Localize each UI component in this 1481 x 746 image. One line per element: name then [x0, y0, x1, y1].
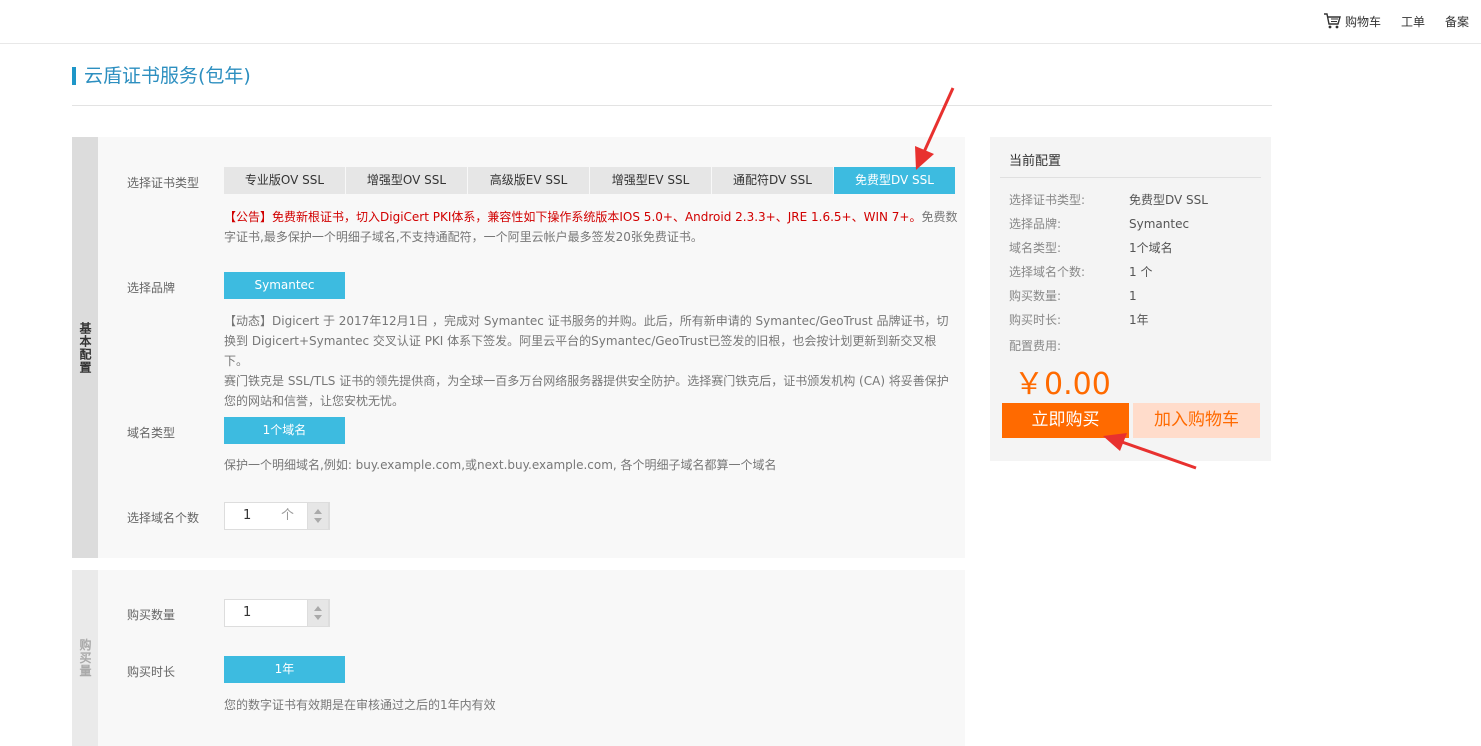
domain-type-option[interactable]: 1个域名: [224, 417, 345, 444]
top-nav: 购物车 工单 备案: [1323, 12, 1469, 30]
duration-label: 购买时长: [127, 665, 176, 679]
top-bar: 购物车 工单 备案: [0, 0, 1481, 44]
chevron-up-icon[interactable]: [314, 509, 322, 514]
fee-row: 配置费用:: [1009, 338, 1269, 354]
duration-description: 您的数字证书有效期是在审核通过之后的1年内有效: [224, 698, 496, 712]
summary-row: 购买时长: 1年: [1009, 312, 1269, 328]
summary-row-value: 1 个: [1129, 265, 1153, 279]
summary-row-key: 选择品牌:: [1009, 217, 1062, 231]
summary-row-key: 选择域名个数:: [1009, 265, 1086, 279]
brand-description: 【动态】Digicert 于 2017年12月1日 ，完成对 Symantec …: [224, 311, 959, 411]
summary-row: 选择域名个数: 1 个: [1009, 264, 1269, 280]
summary-row-value: 免费型DV SSL: [1129, 193, 1208, 207]
domain-count-unit: 个: [281, 508, 295, 523]
cert-notice: 【公告】免费新根证书，切入DigiCert PKI体系，兼容性如下操作系统版本I…: [224, 207, 959, 247]
page-title: 云盾证书服务(包年): [84, 65, 251, 87]
cert-type-tab[interactable]: 专业版OV SSL: [224, 167, 345, 194]
current-config-summary: 当前配置 选择证书类型: 免费型DV SSL 选择品牌: Symantec 域名类型: 1…: [990, 137, 1271, 461]
summary-row: 域名类型: 1个域名: [1009, 240, 1269, 256]
cert-type-tab[interactable]: 增强型OV SSL: [346, 167, 467, 194]
basic-config-side-label: 基本配置: [78, 321, 92, 374]
duration-option[interactable]: 1年: [224, 656, 345, 683]
domain-count-arrows[interactable]: [307, 502, 329, 530]
cert-type-tab[interactable]: 增强型EV SSL: [590, 167, 711, 194]
brand-description-news: 【动态】Digicert 于 2017年12月1日 ，完成对 Symantec …: [224, 314, 949, 368]
brand-description-intro: 赛门铁克是 SSL/TLS 证书的领先提供商，为全球一百多万台网络服务器提供安全…: [224, 374, 949, 408]
record-link-label: 备案: [1444, 14, 1469, 29]
buy-now-button[interactable]: 立即购买: [1002, 403, 1129, 438]
domain-count-stepper[interactable]: 1 个: [224, 502, 330, 530]
summary-row-value: 1: [1129, 289, 1137, 303]
cart-link-label: 购物车: [1344, 14, 1381, 29]
fee-label: 配置费用:: [1009, 339, 1062, 353]
cert-notice-red: 【公告】免费新根证书，切入DigiCert PKI体系，兼容性如下操作系统版本I…: [224, 210, 922, 224]
basic-config-side: 基本配置: [72, 137, 98, 558]
summary-row: 购买数量: 1: [1009, 288, 1269, 304]
summary-title: 当前配置: [1009, 154, 1062, 169]
ticket-link-label: 工单: [1400, 14, 1425, 29]
price-value: ￥0.00: [1014, 367, 1111, 402]
quantity-panel: 购买量 购买数量 1 购买时长 1年 您的数字证书有效期是在审核通过之后的1年内…: [72, 570, 965, 746]
summary-row-key: 域名类型:: [1009, 241, 1062, 255]
domain-type-description: 保护一个明细域名,例如: buy.example.com,或next.buy.e…: [224, 458, 777, 472]
record-link[interactable]: 备案: [1445, 13, 1469, 30]
page-header: 云盾证书服务(包年): [72, 64, 1272, 106]
summary-row: 选择证书类型: 免费型DV SSL: [1009, 192, 1269, 208]
ticket-link[interactable]: 工单: [1401, 13, 1425, 30]
domain-type-label: 域名类型: [127, 426, 176, 440]
cert-type-label: 选择证书类型: [127, 176, 200, 190]
quantity-label: 购买数量: [127, 608, 176, 622]
summary-divider: [1000, 177, 1261, 178]
summary-row-value: Symantec: [1129, 217, 1190, 231]
title-accent-bar: [72, 67, 76, 85]
chevron-up-icon[interactable]: [314, 606, 322, 611]
summary-row-key: 选择证书类型:: [1009, 193, 1086, 207]
cert-type-tab[interactable]: 高级版EV SSL: [468, 167, 589, 194]
quantity-side-label: 购买量: [78, 638, 92, 678]
brand-option-symantec[interactable]: Symantec: [224, 272, 345, 299]
chevron-down-icon[interactable]: [314, 518, 322, 523]
domain-count-label: 选择域名个数: [127, 511, 200, 525]
quantity-value[interactable]: 1: [225, 600, 305, 626]
quantity-stepper[interactable]: 1: [224, 599, 330, 627]
summary-row-key: 购买数量:: [1009, 289, 1062, 303]
cart-icon: [1323, 13, 1341, 29]
summary-row-value: 1年: [1129, 313, 1149, 327]
add-to-cart-button[interactable]: 加入购物车: [1133, 403, 1260, 438]
quantity-arrows[interactable]: [307, 599, 329, 627]
summary-row-value: 1个域名: [1129, 241, 1173, 255]
basic-config-panel: 基本配置 选择证书类型 专业版OV SSL 增强型OV SSL 高级版EV SSL 增…: [72, 137, 965, 558]
summary-row-key: 购买时长:: [1009, 313, 1062, 327]
cart-link[interactable]: 购物车: [1323, 12, 1381, 30]
quantity-side: 购买量: [72, 570, 98, 746]
cert-type-tabs: 专业版OV SSL 增强型OV SSL 高级版EV SSL 增强型EV SSL 通配符D…: [224, 167, 955, 194]
brand-label: 选择品牌: [127, 281, 176, 295]
summary-row: 选择品牌: Symantec: [1009, 216, 1269, 232]
cert-type-tab[interactable]: 免费型DV SSL: [834, 167, 955, 194]
cert-type-tab[interactable]: 通配符DV SSL: [712, 167, 833, 194]
chevron-down-icon[interactable]: [314, 615, 322, 620]
